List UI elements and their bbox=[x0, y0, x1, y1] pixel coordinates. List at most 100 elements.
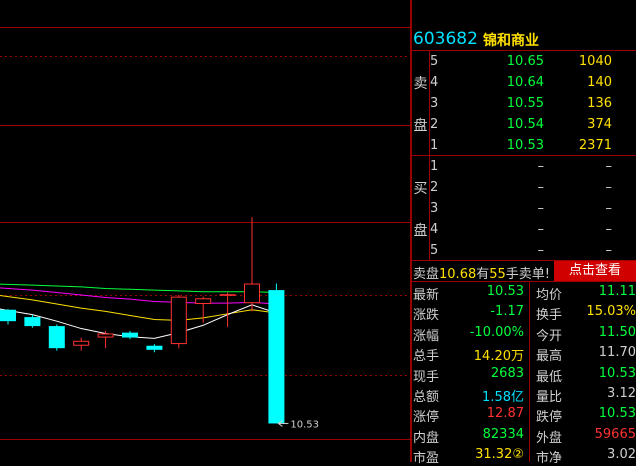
quote-label: 最新 bbox=[413, 288, 440, 303]
quote-label: 总额 bbox=[413, 390, 440, 405]
candle-body bbox=[122, 332, 138, 338]
quote-value: 3.12 bbox=[607, 386, 636, 401]
level: 2 bbox=[430, 180, 439, 195]
candle-body bbox=[24, 317, 41, 327]
buy-label-1: 买 bbox=[413, 181, 428, 197]
ask-price: 10.53 bbox=[506, 138, 544, 153]
alert-text: 卖盘10.68有55手卖单! bbox=[413, 267, 551, 282]
bid-price: – bbox=[537, 243, 545, 258]
quote-value: -1.17 bbox=[490, 304, 524, 320]
large-order-alert: 卖盘10.68有55手卖单! 点击查看 bbox=[412, 261, 636, 282]
quote-value: 11.50 bbox=[598, 324, 636, 340]
ask-price: 10.65 bbox=[506, 54, 544, 69]
sell-row-3[interactable]: 3 10.55 136 bbox=[430, 93, 636, 114]
level: 3 bbox=[430, 96, 439, 111]
bid-volume: – bbox=[605, 222, 613, 237]
quote-value: 59665 bbox=[594, 426, 636, 442]
stock-name[interactable]: 锦和商业 bbox=[483, 30, 539, 50]
quote-value: 12.87 bbox=[486, 406, 524, 422]
kline-chart[interactable]: 10.53 bbox=[0, 0, 410, 462]
buy-row-1[interactable]: 1 – – bbox=[430, 156, 636, 177]
ask-volume: 374 bbox=[587, 117, 612, 132]
ask-price: 10.64 bbox=[506, 75, 544, 90]
quote-label: 市盈 bbox=[413, 451, 440, 466]
ask-price: 10.55 bbox=[506, 96, 544, 111]
buy-row-3[interactable]: 3 – – bbox=[430, 198, 636, 219]
quote-value: 11.70 bbox=[598, 345, 636, 361]
stock-code[interactable]: 603682 bbox=[413, 29, 478, 49]
quote-value: 15.03% bbox=[586, 304, 636, 320]
sell-book: 卖 盘 5 10.65 1040 4 10.64 140 3 10.55 136… bbox=[412, 51, 636, 156]
quote-label: 换手 bbox=[536, 308, 563, 324]
quote-label: 市净 bbox=[536, 451, 563, 466]
buy-label-2: 盘 bbox=[413, 223, 428, 239]
quote-row: 总额 1.58亿 量比 3.12 bbox=[412, 384, 636, 405]
quote-row: 涨幅 -10.00% 今开 11.50 bbox=[412, 323, 636, 344]
ask-volume: 140 bbox=[587, 75, 612, 90]
sell-label-2: 盘 bbox=[413, 118, 428, 134]
candle-body bbox=[268, 290, 285, 424]
sell-row-4[interactable]: 4 10.64 140 bbox=[430, 72, 636, 93]
low-price-label: 10.53 bbox=[290, 419, 319, 430]
quote-row: 涨跌 -1.17 换手 15.03% bbox=[412, 302, 636, 324]
candle-body bbox=[0, 309, 16, 322]
view-details-button[interactable]: 点击查看 bbox=[554, 261, 636, 281]
quote-label: 量比 bbox=[536, 390, 563, 405]
quote-row: 内盘 82334 外盘 59665 bbox=[412, 425, 636, 446]
buy-book: 买 盘 1 – – 2 – – 3 – – 4 – – 5 – – bbox=[412, 156, 636, 261]
kline-svg[interactable]: 10.53 bbox=[0, 0, 410, 462]
quote-label: 跌停 bbox=[536, 410, 563, 426]
level: 1 bbox=[430, 138, 439, 153]
level: 2 bbox=[430, 117, 439, 132]
quote-value: 11.11 bbox=[598, 284, 636, 299]
quote-label: 总手 bbox=[413, 349, 440, 365]
sell-label-1: 卖 bbox=[413, 76, 428, 92]
quote-label: 最低 bbox=[536, 369, 563, 385]
buy-row-5[interactable]: 5 – – bbox=[430, 240, 636, 261]
quote-value: 31.32② bbox=[475, 447, 524, 463]
quote-value: -10.00% bbox=[469, 324, 524, 340]
quote-label: 涨跌 bbox=[413, 308, 440, 324]
candle-body bbox=[170, 296, 187, 345]
bid-price: – bbox=[537, 180, 545, 195]
bid-price: – bbox=[537, 159, 545, 174]
ask-price: 10.54 bbox=[506, 117, 544, 132]
level: 5 bbox=[430, 243, 439, 258]
quote-value: 10.53 bbox=[598, 365, 636, 381]
ask-volume: 1040 bbox=[578, 54, 612, 69]
buy-row-2[interactable]: 2 – – bbox=[430, 177, 636, 198]
sell-row-1[interactable]: 1 10.53 2371 bbox=[430, 135, 636, 156]
ma10-line bbox=[0, 294, 277, 321]
quote-label: 内盘 bbox=[413, 430, 440, 446]
bid-volume: – bbox=[605, 243, 613, 258]
candle-body bbox=[97, 333, 114, 338]
candle-body bbox=[146, 345, 163, 350]
candle-body bbox=[195, 298, 212, 305]
bid-volume: – bbox=[605, 180, 613, 195]
level: 3 bbox=[430, 201, 439, 216]
quote-value: 3.02 bbox=[607, 447, 636, 463]
quote-value: 14.20万 bbox=[473, 349, 524, 365]
level: 5 bbox=[430, 54, 439, 69]
quote-row: 最新 10.53 均价 11.11 bbox=[412, 282, 636, 303]
candle-body bbox=[244, 283, 260, 304]
candle-body bbox=[73, 340, 90, 346]
quote-label: 外盘 bbox=[536, 430, 563, 446]
quote-label: 现手 bbox=[413, 369, 440, 385]
level: 4 bbox=[430, 75, 439, 90]
quote-label: 均价 bbox=[536, 288, 563, 303]
quote-label: 涨停 bbox=[413, 410, 440, 426]
sell-row-2[interactable]: 2 10.54 374 bbox=[430, 114, 636, 135]
quote-value: 2683 bbox=[490, 365, 524, 381]
quote-label: 最高 bbox=[536, 349, 563, 365]
quote-value: 82334 bbox=[482, 426, 524, 442]
stock-title: 603682 锦和商业 bbox=[412, 28, 636, 51]
quote-label: 今开 bbox=[536, 328, 563, 344]
level: 1 bbox=[430, 159, 439, 174]
buy-row-4[interactable]: 4 – – bbox=[430, 219, 636, 240]
bid-volume: – bbox=[605, 201, 613, 216]
sell-row-5[interactable]: 5 10.65 1040 bbox=[430, 51, 636, 72]
quote-value: 1.58亿 bbox=[482, 390, 524, 405]
ask-volume: 136 bbox=[587, 96, 612, 111]
quote-row: 涨停 12.87 跌停 10.53 bbox=[412, 404, 636, 426]
